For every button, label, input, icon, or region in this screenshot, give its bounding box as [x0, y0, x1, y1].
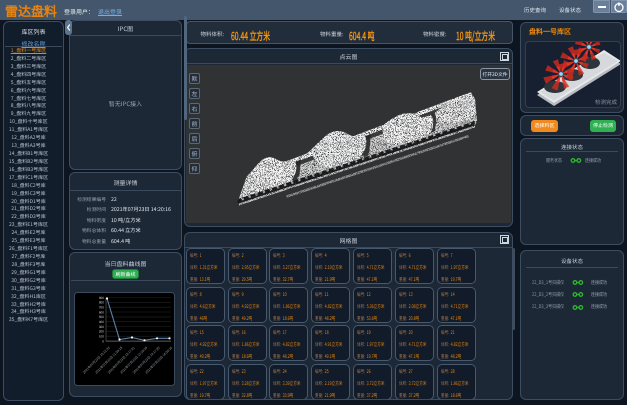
svg-text:0: 0: [102, 338, 104, 343]
